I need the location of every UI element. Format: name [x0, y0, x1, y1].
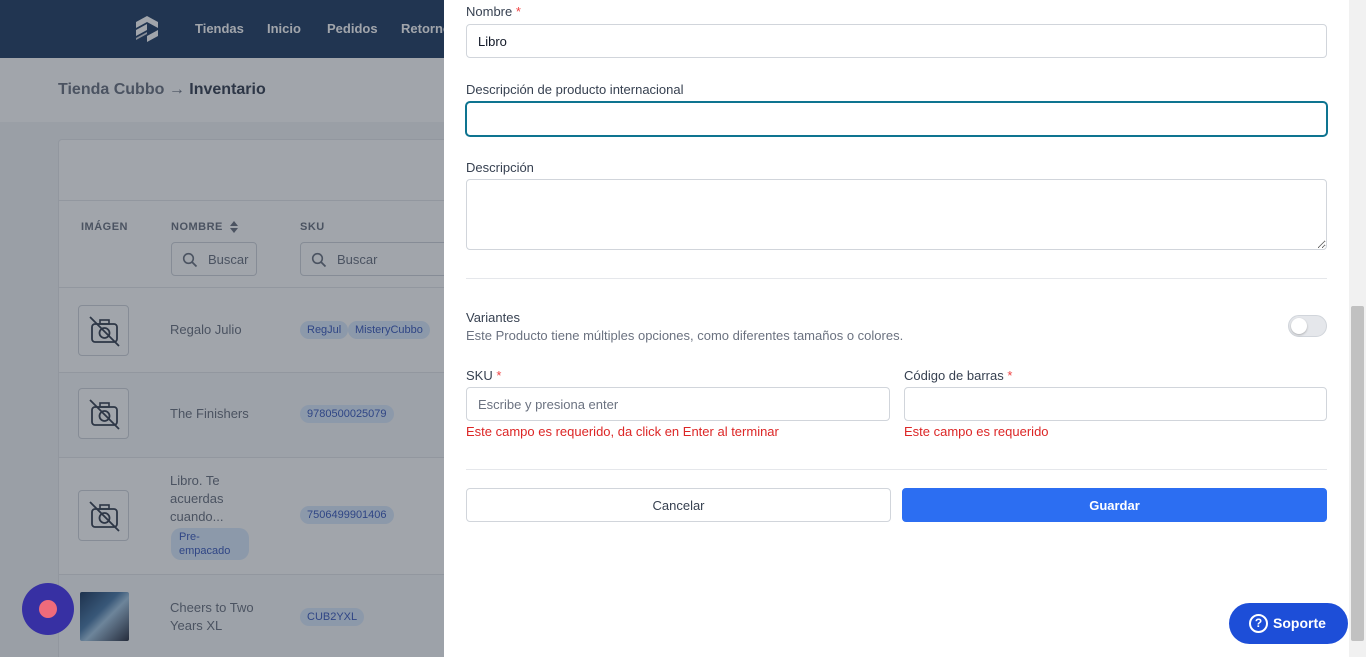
barcode-error-message: Este campo es requerido — [904, 424, 1049, 439]
product-form-panel: Nombre * Descripción de producto interna… — [444, 0, 1349, 657]
divider — [466, 469, 1327, 470]
support-label: Soporte — [1273, 615, 1326, 631]
chat-dot-icon — [39, 600, 57, 618]
intl-description-label: Descripción de producto internacional — [466, 82, 684, 97]
name-input[interactable] — [466, 24, 1327, 58]
barcode-label-text: Código de barras — [904, 368, 1004, 383]
sku-label-text: SKU — [466, 368, 493, 383]
required-mark: * — [1007, 368, 1013, 383]
description-textarea[interactable] — [466, 179, 1327, 250]
required-mark: * — [496, 368, 502, 383]
help-icon: ? — [1249, 614, 1268, 633]
support-button[interactable]: ? Soporte — [1229, 603, 1348, 644]
variants-help-text: Este Producto tiene múltiples opciones, … — [466, 328, 904, 343]
cancel-button[interactable]: Cancelar — [466, 488, 891, 522]
intl-description-input[interactable] — [466, 102, 1327, 136]
description-label: Descripción — [466, 160, 534, 175]
name-label-text: Nombre — [466, 4, 513, 19]
barcode-label: Código de barras * — [904, 368, 1012, 383]
chat-launcher-button[interactable] — [22, 583, 74, 635]
variants-toggle[interactable] — [1288, 315, 1327, 337]
modal-backdrop[interactable] — [0, 0, 444, 657]
barcode-input[interactable] — [904, 387, 1327, 421]
sku-input[interactable] — [466, 387, 890, 421]
sku-error-message: Este campo es requerido, da click en Ent… — [466, 424, 779, 439]
name-label: Nombre * — [466, 4, 521, 19]
sku-label: SKU * — [466, 368, 501, 383]
variants-title: Variantes — [466, 310, 520, 325]
scrollbar-thumb[interactable] — [1351, 306, 1364, 641]
save-button[interactable]: Guardar — [902, 488, 1327, 522]
required-mark: * — [515, 4, 521, 19]
toggle-knob — [1291, 318, 1307, 334]
divider — [466, 278, 1327, 279]
